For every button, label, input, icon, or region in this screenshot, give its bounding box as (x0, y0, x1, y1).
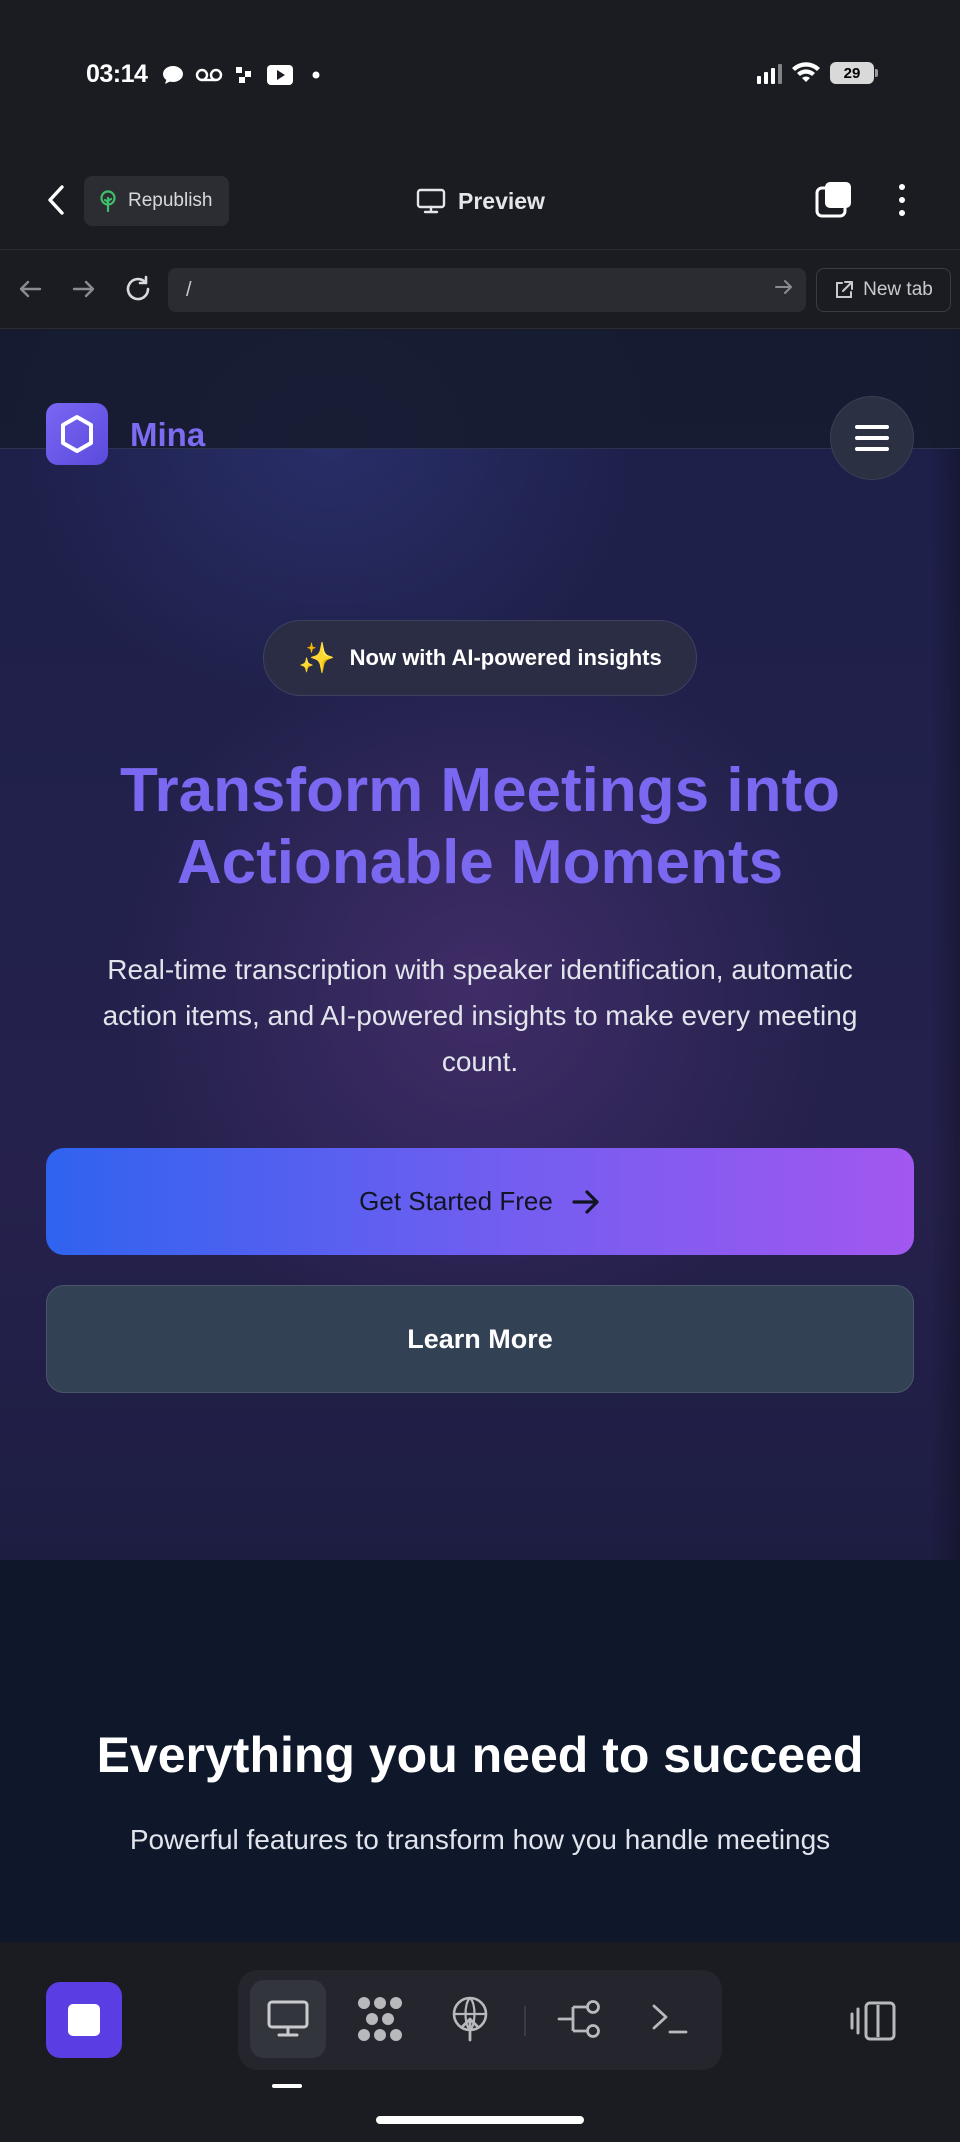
side-panel-button[interactable] (850, 2000, 898, 2042)
grid-tool-button[interactable] (342, 1980, 418, 2058)
deploy-tool-button[interactable] (432, 1980, 508, 2058)
headline-line-2: Actionable Moments (176, 828, 784, 897)
hero-subheadline: Real-time transcription with speaker ide… (102, 954, 858, 1077)
ai-insights-badge: ✨ Now with AI-powered insights (263, 620, 697, 696)
back-button[interactable] (36, 180, 76, 220)
grid-icon (358, 1997, 402, 2041)
slack-dots-icon (234, 64, 254, 86)
status-bar: 03:14 29 (0, 0, 960, 150)
active-tool-indicator (272, 2084, 302, 2088)
browser-back-button[interactable] (12, 271, 48, 307)
terminal-tool-button[interactable] (632, 1980, 708, 2058)
go-arrow-icon[interactable] (774, 278, 794, 296)
reload-icon (126, 275, 150, 301)
brand-name[interactable]: Mina (130, 416, 205, 454)
side-panel-icon (850, 2001, 896, 2041)
youtube-icon (266, 64, 294, 86)
site-preview: Mina ✨ Now with AI-powered insights Tran… (0, 330, 960, 1942)
reload-button[interactable] (120, 271, 156, 307)
features-heading: Everything you need to succeed (96, 1727, 864, 1783)
republish-button[interactable]: Republish (84, 176, 229, 226)
learn-more-label: Learn More (407, 1323, 553, 1354)
chevron-left-icon (48, 185, 64, 215)
hero-headline: Transform Meetings into Actionable Momen… (40, 755, 920, 899)
learn-more-button[interactable]: Learn More (46, 1285, 914, 1393)
monitor-icon (416, 188, 446, 214)
voicemail-icon (194, 64, 224, 86)
wifi-icon (792, 62, 820, 82)
tool-group (238, 1970, 722, 2070)
tabs-icon (815, 182, 851, 218)
tabs-button[interactable] (814, 180, 854, 220)
external-link-icon (836, 281, 854, 298)
stop-button[interactable] (46, 1982, 122, 2058)
chat-bubble-icon (160, 64, 186, 86)
preview-tool-button[interactable] (250, 1980, 326, 2058)
republish-label: Republish (128, 190, 213, 211)
features-subheading: Powerful features to transform how you h… (129, 1824, 831, 1855)
branch-tool-button[interactable] (542, 1980, 618, 2058)
arrow-right-icon (72, 280, 95, 298)
browser-forward-button[interactable] (66, 271, 102, 307)
url-bar-row: / New tab (0, 251, 960, 329)
get-started-label: Get Started Free (359, 1186, 553, 1216)
new-tab-button[interactable]: New tab (816, 268, 951, 312)
battery-icon: 29 (830, 62, 878, 84)
menu-button[interactable] (830, 396, 914, 480)
headline-line-1: Transform Meetings into (120, 756, 840, 825)
clock: 03:14 (86, 60, 148, 88)
url-input[interactable]: / (168, 268, 806, 312)
arrow-left-icon (19, 280, 42, 298)
deploy-icon (452, 1996, 488, 2042)
dot-icon (310, 64, 322, 86)
arrow-right-icon (572, 1189, 599, 1214)
more-options-button[interactable] (882, 180, 922, 220)
hero-edge-shade (930, 330, 960, 1560)
tool-divider (524, 2006, 526, 2036)
preview-title: Preview (416, 180, 545, 222)
stop-icon (68, 2004, 100, 2036)
badge-text: Now with AI-powered insights (349, 645, 662, 670)
bottom-toolbar (0, 1942, 960, 2142)
signal-icon (757, 62, 782, 84)
get-started-button[interactable]: Get Started Free (46, 1148, 914, 1255)
terminal-icon (652, 2004, 688, 2034)
sparkles-icon: ✨ (298, 641, 336, 675)
url-text: / (186, 278, 192, 301)
logo-icon[interactable] (46, 403, 108, 465)
preview-label: Preview (458, 187, 545, 214)
preview-icon (267, 2000, 309, 2037)
tree-icon (100, 190, 116, 212)
branch-icon (557, 2000, 600, 2038)
new-tab-label: New tab (863, 279, 933, 300)
home-indicator[interactable] (376, 2116, 584, 2124)
app-toolbar: Republish Preview (0, 150, 960, 250)
